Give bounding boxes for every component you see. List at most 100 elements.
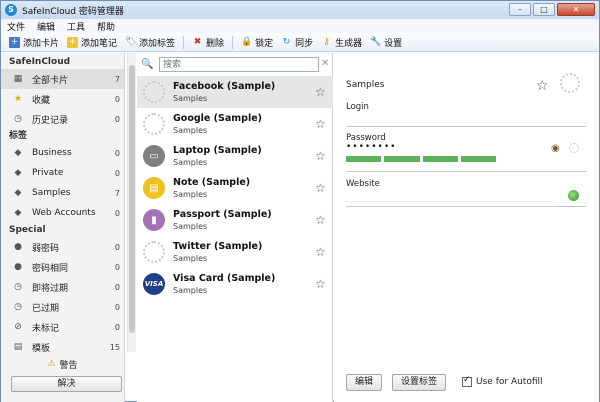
card-item-google[interactable]: Google (Sample) Samples ☆ [137,108,333,140]
card-item-note[interactable]: ▤ Note (Sample) Samples ☆ [137,172,333,204]
autofill-label: Use for Autofill [476,377,543,387]
sidebar-item-count: 0 [114,94,120,104]
sidebar-item-expired[interactable]: ◷ 已过期 0 [1,297,124,317]
strength-segment [346,156,382,162]
sidebar-item-weak-passwords[interactable]: ● 弱密码 0 [1,237,124,257]
empty-logo-icon [143,241,165,263]
sidebar-scrollbar-thumb[interactable] [129,65,135,333]
website-field-label: Website [346,179,380,189]
title-bar: S SafeInCloud 密码管理器 – □ ✕ [1,1,599,19]
minimize-button[interactable]: – [509,3,531,16]
sidebar-item-label: Private [32,168,64,178]
clear-search-icon[interactable]: ✕ [321,58,329,69]
strength-segment [422,156,458,162]
website-field-underline [346,206,586,207]
sidebar-item-unlabeled[interactable]: ⊘ 未标记 0 [1,317,124,337]
toolbar-divider [232,35,234,49]
sidebar-item-all-cards[interactable]: ▦ 全部卡片 7 [1,69,124,89]
card-label: Samples [173,126,208,135]
app-logo-icon: S [5,4,17,16]
delete-icon: ✖ [193,36,202,47]
card-item-twitter[interactable]: Twitter (Sample) Samples ☆ [137,236,333,268]
resolve-button[interactable]: 解决 [11,376,122,392]
menu-file[interactable]: 文件 [1,20,31,33]
edit-button[interactable]: 编辑 [346,373,383,391]
card-title: Twitter (Sample) [173,241,263,252]
toolbar-divider [183,35,185,49]
card-item-passport[interactable]: ▮ Passport (Sample) Samples ☆ [137,204,333,236]
card-item-visa[interactable]: VISA Visa Card (Sample) Samples ☆ [137,268,333,300]
sync-button[interactable]: ↻ 同步 [281,36,313,49]
delete-button[interactable]: ✖ 删除 [192,36,224,49]
star-outline-icon[interactable]: ☆ [315,213,326,227]
add-card-button[interactable]: + 添加卡片 [9,36,59,49]
lock-button[interactable]: 🔒 锁定 [241,36,273,49]
star-outline-icon[interactable]: ☆ [315,149,326,163]
search-input[interactable] [159,57,319,72]
strength-segment [384,156,420,162]
sidebar-item-label: 全部卡片 [32,75,69,86]
card-title: Facebook (Sample) [173,81,276,92]
sidebar-item-private[interactable]: ◆ Private 0 [1,163,124,183]
tag-icon: ◆ [14,188,22,198]
card-title: Google (Sample) [173,113,262,124]
password-field[interactable]: •••••••• [346,142,396,152]
add-label-label: 添加标签 [139,38,176,49]
sidebar-item-expiring[interactable]: ◷ 即将过期 0 [1,277,124,297]
sidebar-item-label: Samples [32,188,71,198]
untag-icon: ⊘ [14,322,22,332]
clock-icon: ◷ [14,282,22,292]
sync-icon: ↻ [282,36,291,47]
add-note-button[interactable]: + 添加笔记 [67,36,117,49]
eye-icon[interactable]: ◉ [551,143,560,154]
add-label-button[interactable]: 🏷 添加标签 [125,36,175,49]
autofill-checkbox[interactable] [462,375,473,387]
login-field-label: Login [346,102,369,112]
star-outline-icon[interactable]: ☆ [315,85,326,99]
sidebar-item-business[interactable]: ◆ Business 0 [1,143,124,163]
delete-label: 删除 [206,38,225,49]
card-logo-placeholder[interactable] [560,73,580,93]
sidebar-item-duplicate-passwords[interactable]: ● 密码相同 0 [1,257,124,277]
tag-icon: ◆ [14,208,22,218]
detail-label: Samples [346,80,385,90]
settings-button[interactable]: 🔧 设置 [370,36,402,49]
star-outline-icon[interactable]: ☆ [315,181,326,195]
sidebar-scrollbar[interactable] [127,53,136,352]
add-card-label: 添加卡片 [23,38,60,49]
globe-icon[interactable] [568,190,579,201]
set-labels-button[interactable]: 设置标签 [392,373,447,391]
sidebar-item-samples[interactable]: ◆ Samples 7 [1,183,124,203]
password-field-underline [346,171,586,172]
sidebar-item-templates[interactable]: ▤ 模板 15 [1,337,124,357]
settings-label: 设置 [384,38,403,49]
alert-icon: ● [14,262,22,272]
menu-tools[interactable]: 工具 [61,20,91,33]
generator-button[interactable]: ⚷ 生成器 [321,36,362,49]
card-item-facebook[interactable]: Facebook (Sample) Samples ☆ [137,76,333,108]
sidebar-item-history[interactable]: ◷ 历史记录 0 [1,109,124,129]
sidebar-item-favorites[interactable]: ★ 收藏 0 [1,89,124,109]
menu-help[interactable]: 帮助 [91,20,121,33]
add-card-icon: + [9,36,20,48]
favorite-star-icon[interactable]: ☆ [536,78,549,94]
search-bar: 🔍 ✕ [137,56,333,74]
sidebar-item-count: 0 [114,282,120,292]
maximize-button[interactable]: □ [533,3,555,16]
sidebar-item-count: 0 [114,302,120,312]
close-button[interactable]: ✕ [557,3,595,16]
sidebar-item-count: 0 [114,114,120,124]
star-outline-icon[interactable]: ☆ [315,117,326,131]
sidebar-item-web-accounts[interactable]: ◆ Web Accounts 0 [1,203,124,223]
tag-icon: ◆ [14,168,22,178]
star-outline-icon[interactable]: ☆ [315,277,326,291]
card-list-panel: 🔍 ✕ Facebook (Sample) Samples ☆ Google (… [137,53,333,402]
template-icon: ▤ [13,342,23,352]
card-item-laptop[interactable]: ▭ Laptop (Sample) Samples ☆ [137,140,333,172]
sidebar-section-labels: 标签 [9,131,28,141]
website-field[interactable] [346,194,556,202]
menu-edit[interactable]: 编辑 [31,20,61,33]
star-outline-icon[interactable]: ☆ [315,245,326,259]
detail-header: Samples ☆ [346,73,596,95]
add-note-label: 添加笔记 [81,38,118,49]
